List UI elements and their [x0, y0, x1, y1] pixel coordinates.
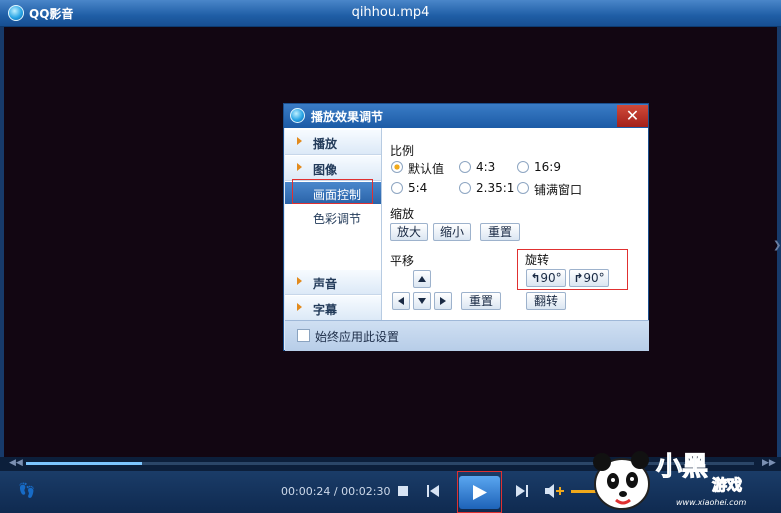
arrow-up-icon — [418, 276, 426, 282]
zoom-out-button[interactable]: 缩小 — [433, 223, 471, 241]
arrow-right-icon — [440, 297, 446, 305]
dialog-title: 播放效果调节 — [311, 110, 384, 124]
volume-icon[interactable] — [545, 484, 565, 498]
expand-panel-icon[interactable]: ❯ — [773, 240, 781, 251]
zoom-reset-button[interactable]: 重置 — [480, 223, 520, 241]
previous-icon[interactable] — [427, 485, 439, 497]
radio-icon — [459, 182, 471, 194]
rotate-left-icon: ↰ — [530, 271, 541, 285]
dialog-nav: 播放 图像 画面控制 色彩调节 声音 字幕 — [285, 128, 382, 321]
nav-item-playback[interactable]: 播放 — [285, 130, 381, 155]
radio-icon — [517, 182, 529, 194]
nav-item-image[interactable]: 图像 — [285, 156, 381, 181]
triangle-right-icon — [297, 163, 302, 171]
radio-icon — [459, 161, 471, 173]
dialog-footer: 始终应用此设置 — [285, 320, 649, 351]
dialog-logo-icon — [290, 108, 305, 123]
radio-label: 默认值 — [408, 162, 445, 176]
play-icon — [473, 485, 487, 500]
dialog-content: 比例 默认值 4:3 16:9 5:4 2.35:1 铺满窗口 缩放 放大 缩小… — [382, 128, 648, 320]
rotate-right-icon: ↱ — [573, 271, 584, 285]
next-icon[interactable] — [516, 485, 528, 497]
radio-icon — [391, 182, 403, 194]
watermark-text-2: 游戏 — [711, 476, 743, 495]
play-highlight — [457, 471, 502, 513]
nav-item-label: 声音 — [313, 277, 338, 291]
pan-right-button[interactable] — [434, 292, 452, 310]
play-button[interactable] — [459, 476, 500, 509]
rotate-right-button[interactable]: ↱90° — [569, 269, 609, 287]
radio-label: 铺满窗口 — [534, 183, 583, 197]
always-apply-label: 始终应用此设置 — [315, 330, 400, 344]
highlight-box — [292, 179, 373, 204]
triangle-right-icon — [297, 303, 302, 311]
triangle-right-icon — [297, 137, 302, 145]
radio-label: 5:4 — [408, 181, 428, 195]
always-apply-checkbox[interactable] — [297, 329, 310, 342]
radio-label: 4:3 — [476, 160, 496, 174]
pan-reset-button[interactable]: 重置 — [461, 292, 501, 310]
radio-icon — [517, 161, 529, 173]
footprint-icon[interactable]: 👣 — [18, 483, 35, 499]
play-time: 00:00:24 / 00:02:30 — [281, 485, 391, 498]
pan-down-button[interactable] — [413, 292, 431, 310]
pan-label: 平移 — [390, 254, 415, 268]
arrow-left-icon — [398, 297, 404, 305]
triangle-right-icon — [297, 277, 302, 285]
nav-item-label: 图像 — [313, 163, 338, 177]
zoom-in-button[interactable]: 放大 — [390, 223, 428, 241]
nav-sub-label: 色彩调节 — [313, 212, 362, 226]
radio-label: 2.35:1 — [476, 181, 515, 195]
panda-mascot-icon — [593, 451, 650, 510]
pan-up-button[interactable] — [413, 270, 431, 288]
seek-progress — [26, 462, 142, 465]
playback-effect-dialog: 播放效果调节 ✕ 播放 图像 画面控制 色彩调节 声音 字幕 比例 默认值 4:… — [283, 103, 649, 351]
watermark-text: 小黑 — [655, 452, 709, 483]
title-bar: QQ影音 qihhou.mp4 — [0, 0, 781, 27]
radio-selected-icon — [391, 161, 403, 173]
watermark-url: www.xiaohei.com — [676, 498, 747, 507]
rotate-left-label: 90° — [540, 271, 562, 285]
flip-button[interactable]: 翻转 — [526, 292, 566, 310]
arrow-down-icon — [418, 298, 426, 304]
dialog-header[interactable]: 播放效果调节 ✕ — [284, 104, 648, 128]
rotate-left-button[interactable]: ↰90° — [526, 269, 566, 287]
file-title: qihhou.mp4 — [351, 5, 430, 20]
seek-back-icon[interactable]: ◀◀ — [9, 458, 23, 468]
pan-left-button[interactable] — [392, 292, 410, 310]
ratio-label: 比例 — [390, 144, 415, 158]
nav-item-label: 播放 — [313, 137, 338, 151]
close-button[interactable]: ✕ — [617, 105, 648, 127]
nav-item-label: 字幕 — [313, 303, 338, 317]
zoom-label: 缩放 — [390, 207, 415, 221]
nav-sub-color-adjust[interactable]: 色彩调节 — [285, 206, 381, 228]
rotate-right-label: 90° — [583, 271, 605, 285]
watermark-logo: 小黑 游戏 www.xiaohei.com — [586, 440, 781, 513]
rotate-label: 旋转 — [525, 253, 550, 267]
radio-label: 16:9 — [534, 160, 561, 174]
nav-item-audio[interactable]: 声音 — [285, 270, 381, 295]
stop-icon[interactable] — [398, 486, 408, 496]
nav-item-subtitle[interactable]: 字幕 — [285, 296, 381, 321]
